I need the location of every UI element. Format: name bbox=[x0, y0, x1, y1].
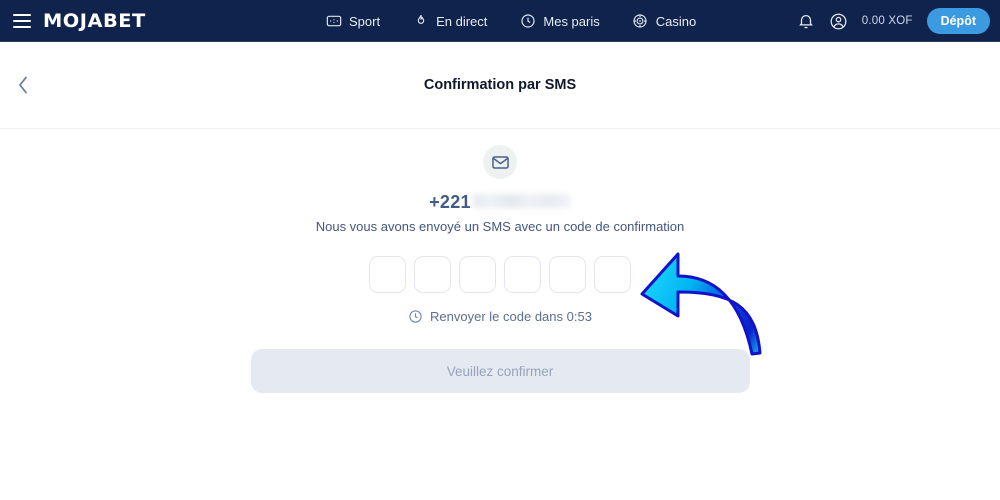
resend-code-timer: Renvoyer le code dans 0:53 bbox=[408, 309, 592, 324]
header-account-area: 0.00 XOF Dépôt bbox=[797, 0, 990, 42]
flame-icon bbox=[412, 13, 429, 30]
scoreboard-icon bbox=[325, 13, 342, 30]
brand-logo[interactable]: MOJABET bbox=[43, 10, 146, 32]
phone-prefix: +221 bbox=[429, 192, 471, 212]
otp-digit-5[interactable] bbox=[549, 256, 586, 293]
otp-digit-2[interactable] bbox=[414, 256, 451, 293]
nav-item-mes-paris[interactable]: Mes paris bbox=[519, 13, 600, 30]
phone-number: +221 bbox=[429, 192, 571, 213]
nav-item-sport-label: Sport bbox=[349, 13, 381, 29]
otp-digit-4[interactable] bbox=[504, 256, 541, 293]
primary-navigation: Sport En direct Mes paris Casino bbox=[325, 0, 696, 42]
confirm-button[interactable]: Veuillez confirmer bbox=[250, 349, 750, 393]
clock-icon bbox=[408, 309, 423, 324]
nav-item-casino[interactable]: Casino bbox=[632, 13, 696, 30]
nav-item-casino-label: Casino bbox=[655, 13, 697, 29]
account-balance: 0.00 XOF bbox=[861, 15, 913, 27]
bell-icon[interactable] bbox=[797, 12, 815, 30]
user-account-icon[interactable] bbox=[829, 12, 848, 31]
nav-item-en-direct[interactable]: En direct bbox=[412, 13, 487, 30]
envelope-icon-badge bbox=[483, 145, 517, 179]
phone-number-masked bbox=[472, 194, 571, 208]
otp-input-group bbox=[369, 256, 631, 293]
nav-item-mes-paris-label: Mes paris bbox=[543, 13, 600, 29]
page-title: Confirmation par SMS bbox=[423, 77, 577, 93]
deposit-button[interactable]: Dépôt bbox=[926, 8, 990, 34]
nav-item-en-direct-label: En direct bbox=[436, 13, 488, 29]
sms-sent-description: Nous vous avons envoyé un SMS avec un co… bbox=[315, 219, 685, 234]
envelope-icon bbox=[491, 153, 510, 172]
header-brand-area: MOJABET bbox=[0, 10, 300, 32]
top-header: MOJABET Sport En direct Mes paris Casino… bbox=[0, 0, 1000, 42]
nav-item-sport[interactable]: Sport bbox=[325, 13, 380, 30]
chevron-left-icon[interactable] bbox=[10, 72, 36, 98]
otp-digit-3[interactable] bbox=[459, 256, 496, 293]
page-titlebar: Confirmation par SMS bbox=[0, 42, 1000, 129]
casino-chip-icon bbox=[632, 13, 649, 30]
resend-code-label: Renvoyer le code dans 0:53 bbox=[430, 309, 592, 324]
hamburger-menu-icon[interactable] bbox=[13, 13, 31, 28]
otp-digit-1[interactable] bbox=[369, 256, 406, 293]
clock-icon bbox=[519, 13, 536, 30]
sms-confirmation-panel: +221 Nous vous avons envoyé un SMS avec … bbox=[0, 129, 1000, 393]
otp-digit-6[interactable] bbox=[594, 256, 631, 293]
